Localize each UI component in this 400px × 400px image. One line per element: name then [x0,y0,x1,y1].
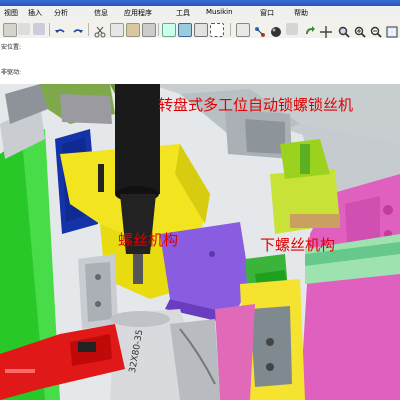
zoom-icon[interactable] [338,23,350,38]
3d-viewport[interactable]: 转盘式多工位自动锁螺锁丝机 螺丝机构 下螺丝机构 32X80-35 [0,84,400,400]
drive-label: 非驱动: [1,69,22,76]
sketch-icon[interactable] [236,23,250,37]
menu-musikin[interactable]: Musikin [206,8,233,16]
select-icon[interactable] [162,23,176,37]
print-icon[interactable] [33,23,45,35]
toolbar-separator [230,23,231,36]
rotate-icon[interactable] [304,23,316,35]
toolbar-separator [88,23,89,36]
component-icon[interactable] [178,23,192,37]
cut-icon[interactable] [94,23,106,38]
menu-applications[interactable]: 应用程序 [124,8,152,18]
open-icon[interactable] [3,23,17,37]
zoom-in-icon[interactable] [354,23,366,38]
annotation-screw-mechanism: 螺丝机构 [118,231,179,249]
undo-icon[interactable] [54,23,66,35]
toolbar-separator [158,23,159,36]
toolbar-separator [49,23,50,36]
view-orient-icon[interactable] [286,23,298,35]
pan-icon[interactable] [320,23,332,38]
grid-icon[interactable] [194,23,208,37]
selection-info-panel: 安位置: 非驱动: [0,38,400,85]
menu-tools[interactable]: 工具 [176,8,190,18]
redo-icon[interactable] [72,23,84,35]
delete-icon[interactable] [142,23,156,37]
menu-info[interactable]: 信息 [94,8,108,18]
annotation-lower-screw-mechanism: 下螺丝机构 [260,236,336,254]
menu-view[interactable]: 视图 [4,8,18,18]
menu-bar: 视图 插入 分析 信息 应用程序 工具 Musikin 窗口 帮助 [0,6,400,21]
position-label: 安位置: [1,44,22,51]
menu-insert[interactable]: 插入 [28,8,42,18]
paste-icon[interactable] [126,23,140,37]
render-sphere-icon[interactable] [270,23,282,37]
save-icon[interactable] [18,23,30,35]
menu-window[interactable]: 窗口 [260,8,274,18]
copy-icon[interactable] [110,23,124,37]
menu-analysis[interactable]: 分析 [54,8,68,18]
menu-help[interactable]: 帮助 [294,8,308,18]
zoom-out-icon[interactable] [370,23,382,38]
cad-model-render [0,84,400,400]
annotation-title: 转盘式多工位自动锁螺锁丝机 [158,96,354,114]
box-select-icon[interactable] [210,23,224,37]
toolbar [0,20,400,39]
network-icon[interactable] [254,23,266,37]
zoom-fit-icon[interactable] [386,23,398,38]
